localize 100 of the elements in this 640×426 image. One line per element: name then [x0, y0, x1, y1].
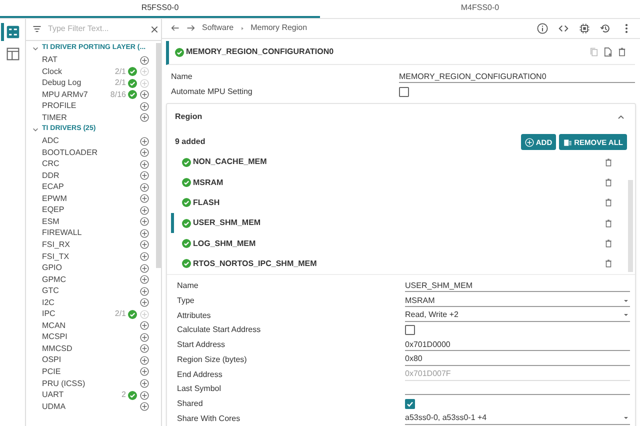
collapse-icon[interactable] — [617, 113, 625, 122]
region-list-item[interactable]: NON_CACHE_MEM — [171, 152, 635, 173]
chip-icon[interactable] — [579, 22, 590, 34]
breadcrumb-item[interactable]: Memory Region — [250, 22, 308, 34]
tree-item[interactable]: FSI_RX — [42, 238, 70, 251]
trash-icon[interactable] — [604, 239, 613, 248]
tree-item[interactable]: TIMER — [42, 112, 67, 124]
add-icon[interactable] — [140, 332, 149, 342]
add-icon[interactable] — [140, 194, 149, 204]
add-icon[interactable] — [140, 90, 149, 100]
trash-icon[interactable] — [604, 178, 613, 188]
history-icon[interactable] — [600, 22, 611, 34]
add-icon[interactable] — [140, 356, 149, 365]
tree-item[interactable]: OSPI — [42, 354, 62, 366]
tree-item[interactable]: MCSPI — [42, 331, 68, 344]
add-icon[interactable] — [140, 344, 149, 354]
tree-item[interactable]: GTC — [42, 285, 59, 298]
input-field[interactable]: USER_SHM_MEM — [405, 280, 630, 292]
config-title: MEMORY_REGION_CONFIGURATION0 — [186, 46, 334, 58]
region-list-item[interactable]: FLASH — [171, 192, 635, 214]
core-tab[interactable]: R5FSS0-0 — [0, 0, 320, 18]
tree-item[interactable]: MMCSD — [42, 342, 72, 355]
list-view-icon — [6, 24, 20, 39]
clear-list-icon — [563, 138, 572, 147]
add-icon[interactable] — [140, 102, 149, 111]
tree-item[interactable]: MPU ARMv7 — [42, 88, 88, 101]
core-tab[interactable]: M4FSS0-0 — [320, 0, 640, 18]
back-arrow-icon[interactable] — [170, 23, 180, 34]
region-list-item[interactable]: RTOS_NORTOS_IPC_SHM_MEM — [171, 254, 635, 274]
tree-item[interactable]: FIREWALL — [42, 227, 82, 240]
trash-icon[interactable] — [604, 259, 613, 268]
tree-item[interactable]: ECAP — [42, 181, 64, 194]
checkbox[interactable] — [405, 398, 415, 409]
tree-item[interactable]: EPWM — [42, 192, 67, 205]
trash-icon[interactable] — [604, 158, 613, 167]
add-icon[interactable] — [140, 148, 149, 158]
add-icon[interactable] — [140, 390, 149, 400]
dropdown-field[interactable]: MSRAM — [405, 295, 630, 308]
checkbox[interactable] — [405, 325, 415, 336]
tree-item[interactable]: UART — [42, 389, 64, 402]
add-icon[interactable] — [140, 240, 149, 250]
field-label: Attributes — [177, 310, 212, 322]
close-icon[interactable] — [150, 24, 159, 34]
add-icon[interactable] — [140, 275, 149, 284]
add-icon[interactable] — [140, 206, 149, 215]
add-icon[interactable] — [140, 228, 149, 238]
tree-item[interactable]: RAT — [42, 54, 58, 66]
tree-item[interactable]: PROFILE — [42, 100, 76, 112]
tree-item[interactable]: UDMA — [42, 400, 66, 413]
input-field[interactable]: MEMORY_REGION_CONFIGURATION0 — [399, 71, 635, 84]
add-icon[interactable] — [140, 252, 149, 261]
input-field[interactable]: 0x80 — [405, 354, 630, 366]
dropdown-field[interactable]: Read, Write +2 — [405, 310, 630, 322]
tree-item[interactable]: ESM — [42, 216, 60, 228]
add-icon[interactable] — [140, 286, 149, 296]
tree-item[interactable]: ADC — [42, 135, 59, 148]
file-add-icon[interactable] — [603, 47, 613, 58]
tree-item[interactable]: FSI_TX — [42, 250, 70, 262]
tree-item[interactable]: BOOTLOADER — [42, 146, 98, 159]
tree-item[interactable]: EQEP — [42, 204, 64, 216]
tree-item[interactable]: MCAN — [42, 320, 66, 332]
region-list-item[interactable]: USER_SHM_MEM — [171, 213, 635, 234]
add-icon[interactable] — [140, 160, 149, 169]
field-label: Name — [177, 280, 200, 292]
add-icon[interactable] — [140, 321, 149, 330]
trash-icon[interactable] — [604, 198, 613, 208]
add-icon[interactable] — [140, 402, 149, 412]
add-icon[interactable] — [140, 298, 149, 308]
trash-icon[interactable] — [604, 218, 613, 228]
field-label: Share With Cores — [177, 412, 242, 425]
tree-item[interactable]: GPMC — [42, 274, 66, 286]
view-toggle[interactable] — [4, 22, 22, 41]
field-label: Last Symbol — [177, 383, 222, 396]
scrollbar[interactable] — [156, 42, 161, 268]
tree-item[interactable]: CRC — [42, 158, 60, 170]
add-icon[interactable] — [140, 136, 149, 146]
region-list-item[interactable]: LOG_SHM_MEM — [171, 233, 635, 254]
add-icon[interactable] — [140, 182, 149, 192]
add-icon[interactable] — [140, 56, 149, 65]
add-icon[interactable] — [140, 379, 149, 388]
trash-icon[interactable] — [617, 47, 627, 58]
add-icon[interactable] — [140, 113, 149, 122]
tree-item[interactable]: PCIE — [42, 366, 61, 378]
scrollbar[interactable] — [628, 180, 633, 272]
dropdown-field[interactable]: a53ss0-0, a53ss0-1 +4 — [405, 412, 630, 425]
checkbox[interactable] — [399, 86, 409, 97]
tree-item[interactable]: I2C — [42, 296, 54, 309]
tree-item[interactable]: PRU (ICSS) — [42, 378, 86, 390]
add-icon[interactable] — [140, 171, 149, 180]
add-icon[interactable] — [140, 217, 149, 226]
tree-item[interactable]: DDR — [42, 170, 60, 182]
region-list-item[interactable]: MSRAM — [171, 172, 635, 193]
add-icon[interactable] — [140, 264, 149, 273]
breadcrumb-item[interactable]: Software — [202, 22, 234, 34]
info-icon[interactable] — [537, 22, 548, 34]
add-icon[interactable] — [140, 367, 149, 376]
code-icon[interactable] — [558, 22, 569, 34]
forward-arrow-icon[interactable] — [186, 23, 196, 34]
tree-item[interactable]: GPIO — [42, 262, 62, 274]
input-field[interactable]: 0x701D0000 — [405, 339, 630, 352]
